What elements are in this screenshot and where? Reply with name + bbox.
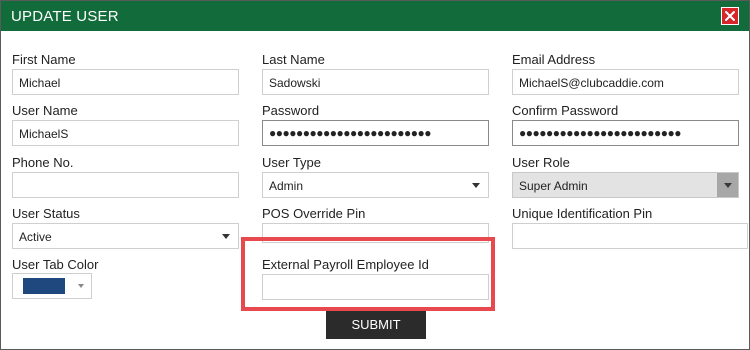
user-status-select[interactable]: Active bbox=[12, 223, 239, 249]
confirm-password-field[interactable]: ●●●●●●●●●●●●●●●●●●●●●●●● bbox=[512, 120, 739, 146]
user-name-label: User Name bbox=[12, 103, 78, 118]
close-button[interactable] bbox=[721, 7, 739, 25]
chevron-down-icon bbox=[472, 183, 480, 188]
email-label: Email Address bbox=[512, 52, 596, 67]
user-type-select[interactable]: Admin bbox=[262, 172, 489, 198]
user-status-label: User Status bbox=[12, 206, 80, 221]
user-type-label: User Type bbox=[262, 155, 322, 170]
submit-button[interactable]: SUBMIT bbox=[326, 311, 426, 339]
chevron-down-icon bbox=[222, 234, 230, 239]
confirm-password-label: Confirm Password bbox=[512, 103, 619, 118]
close-icon bbox=[725, 11, 735, 21]
color-swatch bbox=[23, 278, 65, 294]
phone-label: Phone No. bbox=[12, 155, 74, 170]
user-name-field[interactable]: MichaelS bbox=[12, 120, 239, 146]
dialog-title: UPDATE USER bbox=[11, 8, 119, 25]
dropdown-button[interactable] bbox=[717, 173, 738, 197]
user-role-select[interactable]: Super Admin bbox=[512, 172, 739, 198]
last-name-field[interactable]: Sadowski bbox=[262, 69, 489, 95]
user-tab-color-label: User Tab Color bbox=[12, 257, 99, 272]
dialog-titlebar: UPDATE USER bbox=[1, 1, 749, 31]
email-field[interactable]: MichaelS@clubcaddie.com bbox=[512, 69, 739, 95]
first-name-field[interactable]: Michael bbox=[12, 69, 239, 95]
user-role-value: Super Admin bbox=[519, 179, 588, 193]
user-type-value: Admin bbox=[269, 179, 304, 193]
user-tab-color-picker[interactable] bbox=[12, 273, 92, 299]
update-user-dialog: UPDATE USER First Name Michael Last Name… bbox=[0, 0, 750, 350]
user-status-value: Active bbox=[19, 230, 52, 244]
highlight-box bbox=[241, 237, 495, 311]
last-name-label: Last Name bbox=[262, 52, 325, 67]
unique-id-pin-field[interactable] bbox=[512, 223, 748, 249]
user-role-label: User Role bbox=[512, 155, 570, 170]
password-field[interactable]: ●●●●●●●●●●●●●●●●●●●●●●●● bbox=[262, 120, 489, 146]
first-name-label: First Name bbox=[12, 52, 76, 67]
chevron-down-icon bbox=[724, 183, 732, 188]
password-label: Password bbox=[262, 103, 320, 118]
phone-field[interactable] bbox=[12, 172, 239, 198]
chevron-down-icon bbox=[78, 284, 84, 288]
pos-override-pin-label: POS Override Pin bbox=[262, 206, 366, 221]
unique-id-pin-label: Unique Identification Pin bbox=[512, 206, 653, 221]
